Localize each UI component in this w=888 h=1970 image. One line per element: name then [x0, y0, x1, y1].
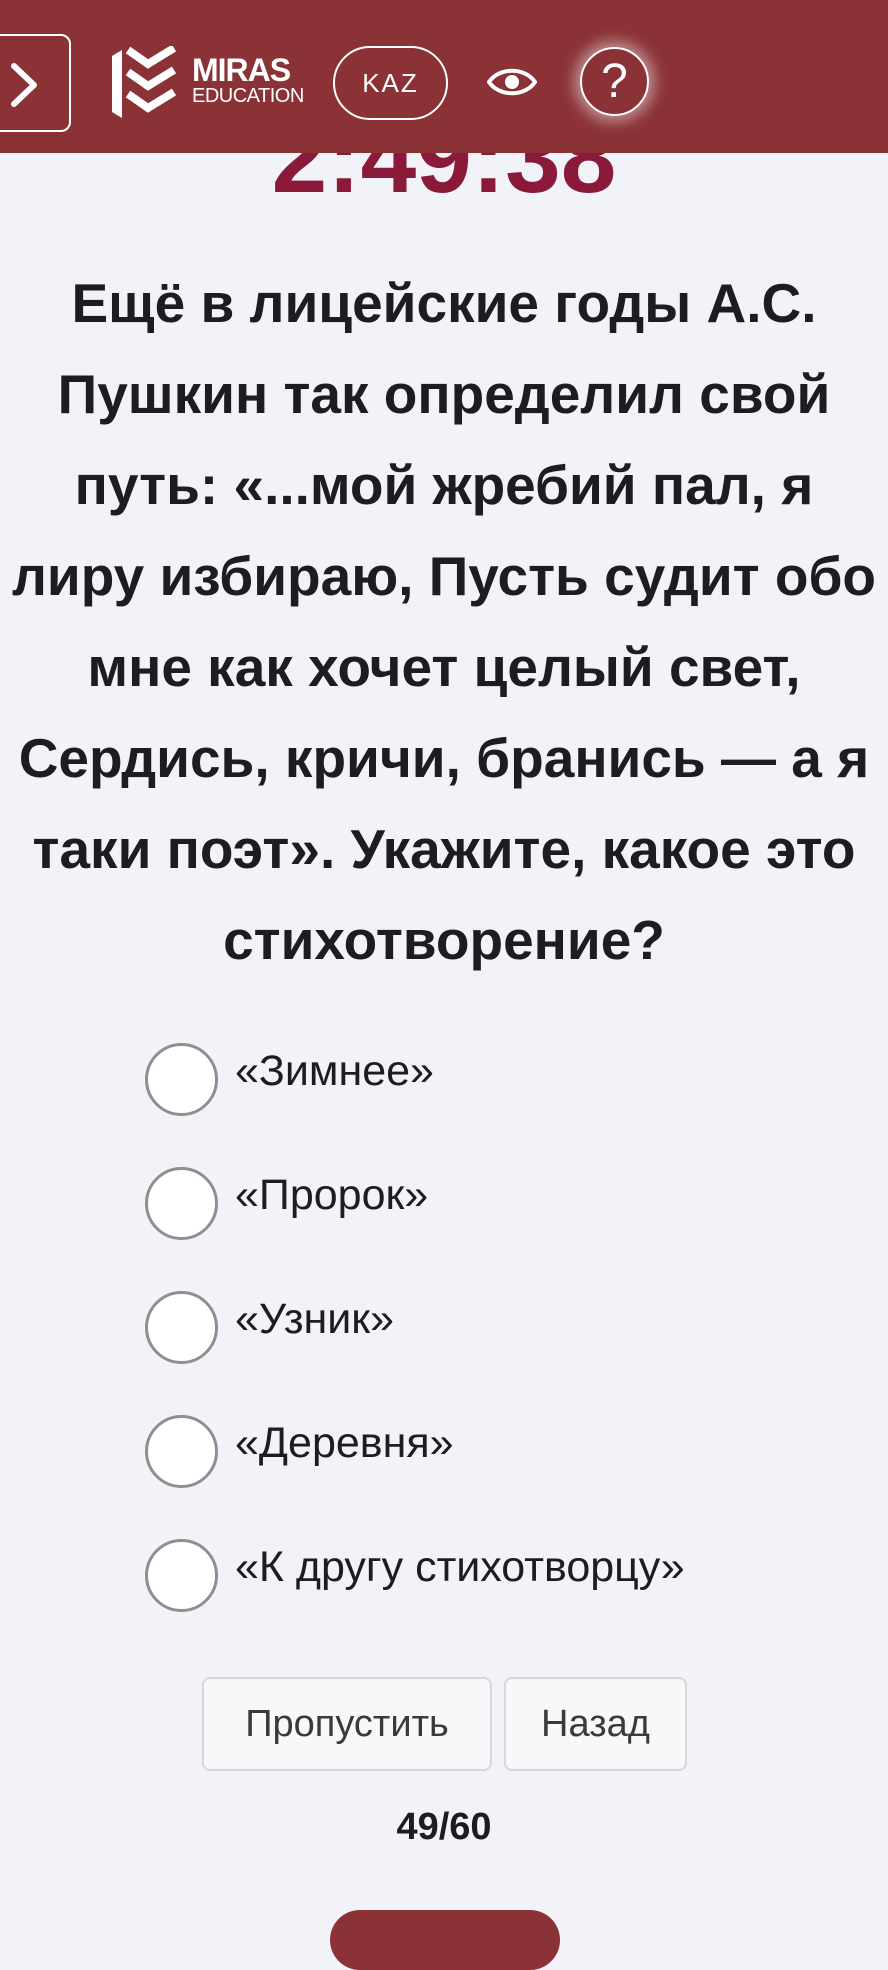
question-line: стихотворение? — [223, 909, 665, 971]
miras-logo: MIRAS EDUCATION — [112, 46, 304, 126]
radio-button[interactable] — [145, 1415, 218, 1488]
answer-options: «Зимнее» «Пророк» «Узник» «Деревня» «К д… — [145, 1035, 845, 1655]
answer-label: «Зимнее» — [235, 1047, 434, 1095]
help-button[interactable]: ? — [580, 47, 649, 116]
answer-option[interactable]: «Пророк» — [145, 1159, 845, 1283]
answer-option[interactable]: «Деревня» — [145, 1407, 845, 1531]
answer-label: «Узник» — [235, 1295, 395, 1343]
answer-option[interactable]: «К другу стихотворцу» — [145, 1531, 845, 1655]
chevron-right-icon — [11, 63, 37, 107]
answer-option[interactable]: «Узник» — [145, 1283, 845, 1407]
question-line: Ещё в лицейские годы А.С. — [71, 272, 817, 334]
back-button[interactable]: Назад — [504, 1677, 687, 1771]
radio-button[interactable] — [145, 1291, 218, 1364]
question-icon: ? — [601, 55, 628, 108]
question-line: Пушкин так определил свой — [57, 363, 831, 425]
question-line: лиру избираю, Пусть судит обо — [11, 545, 877, 607]
logo-title: MIRAS — [192, 52, 291, 88]
question-counter: 49/60 — [396, 1806, 492, 1848]
eye-icon[interactable] — [486, 64, 538, 105]
logo-subtitle: EDUCATION — [192, 85, 304, 107]
radio-button[interactable] — [145, 1539, 218, 1612]
top-bar: MIRAS EDUCATION KAZ ? — [0, 0, 888, 153]
logo-mark-icon — [112, 46, 177, 118]
question-line: таки поэт». Укажите, какое это — [32, 818, 856, 880]
answer-option[interactable]: «Зимнее» — [145, 1035, 845, 1159]
question-text: Ещё в лицейские годы А.С. Пушкин так опр… — [0, 258, 888, 986]
bottom-action-button[interactable] — [330, 1910, 560, 1970]
language-button[interactable]: KAZ — [333, 46, 448, 120]
radio-button[interactable] — [145, 1043, 218, 1116]
radio-button[interactable] — [145, 1167, 218, 1240]
question-line: путь: «...мой жребий пал, я — [74, 454, 814, 516]
question-line: Сердись, кричи, бранись — а я — [18, 727, 870, 789]
answer-label: «Пророк» — [235, 1171, 429, 1219]
answer-label: «К другу стихотворцу» — [235, 1543, 685, 1591]
question-line: мне как хочет целый свет, — [87, 636, 801, 698]
answer-label: «Деревня» — [235, 1419, 454, 1467]
menu-toggle-button[interactable] — [0, 34, 71, 132]
skip-button[interactable]: Пропустить — [202, 1677, 492, 1771]
logo-text: MIRAS EDUCATION — [192, 54, 304, 106]
